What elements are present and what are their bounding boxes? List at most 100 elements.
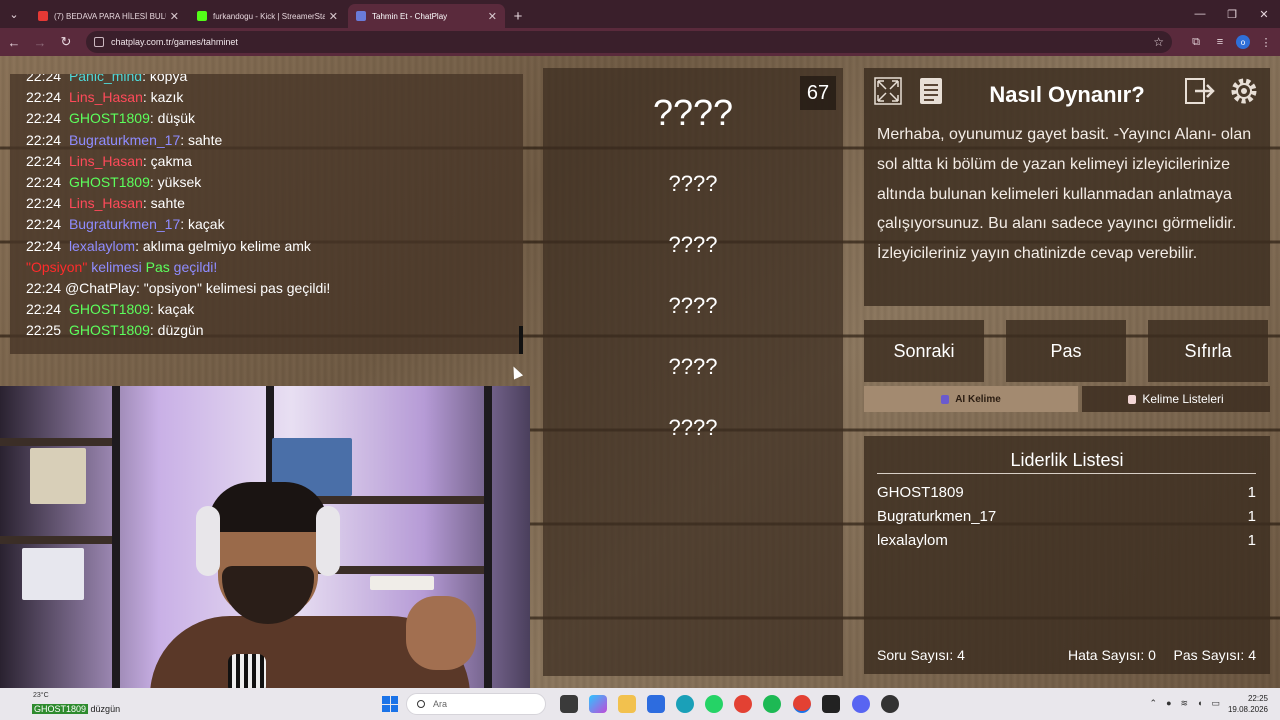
shelf-post [484,386,492,688]
chat-time: 22:24 [26,110,62,127]
word-lists-button[interactable]: Kelime Listeleri [1082,386,1270,412]
browser-tab-chatplay[interactable]: Tahmin Et - ChatPlay ✕ [348,4,505,28]
microphone-icon[interactable]: ● [1166,698,1171,709]
chat-time: 22:24 [26,152,62,169]
pass-status: Pas [145,258,170,275]
tab-close-icon[interactable]: ✕ [488,10,497,23]
browser-menu-icon[interactable]: ⋮ [1254,31,1278,53]
tab-close-icon[interactable]: ✕ [170,10,179,23]
leaderboard-row: GHOST1809 1 [877,484,1256,501]
chat-text: : çakma [142,152,192,169]
bookmark-star-icon[interactable]: ☆ [1153,35,1164,49]
chat-username: GHOST1809 [68,110,150,127]
chat-message: 22:24 lexalaylom: aklıma gelmiyo kelime … [26,236,513,257]
file-explorer-icon[interactable] [618,695,636,713]
extensions-icon[interactable]: ⧉ [1184,31,1208,53]
browser-toolbar: ← → ↻ chatplay.com.tr/games/tahminet ☆ ⧉… [0,28,1280,56]
chat-message-list: 22:24 Panic_mind: kopya 22:24 Lins_Hasan… [26,74,513,342]
desk-item [370,576,434,590]
forbidden-word: ???? [668,171,718,196]
leaderboard-panel [864,436,1270,674]
discord-icon[interactable] [852,695,870,713]
game-page: 22:24 Panic_mind: kopya 22:24 Lins_Hasan… [0,56,1280,688]
chat-panel: 22:24 Panic_mind: kopya 22:24 Lins_Hasan… [10,74,523,354]
exit-icon[interactable] [1185,76,1215,106]
system-text: geçildi! [169,258,218,275]
forbidden-word: ???? [668,354,718,379]
store-icon[interactable] [647,695,665,713]
stream-ticker: GHOST1809 düzgün [32,704,120,714]
new-tab-button[interactable]: + [505,4,531,28]
windows-start-icon[interactable] [382,696,398,712]
headphone-right [316,506,340,576]
copilot-icon[interactable] [589,695,607,713]
chat-text: : kaçak [180,216,225,233]
ai-word-label: AI Kelime [955,393,1001,405]
weather-widget[interactable]: 23°C [33,692,49,699]
forbidden-word: ???? [668,293,718,318]
media-control-icon[interactable]: ≡ [1208,31,1232,53]
spotify-icon[interactable] [763,695,781,713]
reset-button[interactable]: Sıfırla [1148,320,1268,382]
forbidden-word: ???? [668,232,718,257]
tab-close-icon[interactable]: ✕ [329,10,338,23]
taskbar-search[interactable]: Ara [406,693,546,715]
chat-text: : aklıma gelmiyo kelime amk [135,237,311,254]
leaderboard-divider [877,473,1256,474]
restore-icon[interactable]: ❐ [1216,0,1248,28]
chat-username: GHOST1809 [68,301,150,318]
robot-icon [941,394,950,404]
edge-icon[interactable] [676,695,694,713]
reload-icon[interactable]: ↻ [54,30,78,54]
back-arrow-icon[interactable]: ← [2,30,26,54]
next-button[interactable]: Sonraki [864,320,984,382]
browser-tab-bar: ⌄ (7) BEDAVA PARA HİLESİ BULUP ✕ furkand… [0,0,1280,28]
profile-avatar[interactable]: o [1236,35,1250,49]
battery-icon[interactable]: ▭ [1211,698,1220,709]
whatsapp-icon[interactable] [705,695,723,713]
chat-username: GHOST1809 [68,174,150,191]
volume-icon[interactable]: ◖ [1197,698,1202,709]
obs-icon[interactable] [881,695,899,713]
chat-username: Panic_mind [68,74,143,84]
windows-taskbar: 23°C GHOST1809 düzgün Ara ⌃ ● ≋ ◖ ▭ 22:2… [0,688,1280,720]
ai-word-button[interactable]: AI Kelime [864,386,1078,412]
chat-username: Bugraturkmen_17 [68,216,181,233]
wifi-icon[interactable]: ≋ [1181,698,1189,709]
task-view-icon[interactable] [560,695,578,713]
kick-favicon-icon [197,11,207,21]
chat-system-message: "Opsiyon" kelimesi Pas geçildi! [26,257,513,278]
pass-button[interactable]: Pas [1006,320,1126,382]
browser-tab-youtube[interactable]: (7) BEDAVA PARA HİLESİ BULUP ✕ [30,4,187,28]
shelf [0,536,120,544]
tab-search-dropdown-icon[interactable]: ⌄ [0,0,28,28]
microphone [228,654,266,688]
close-window-icon[interactable]: ✕ [1248,0,1280,28]
chat-text: : sahte [142,195,185,212]
terminal-icon[interactable] [822,695,840,713]
chrome-icon[interactable] [734,695,752,713]
chat-text: @ChatPlay: "opsiyon" kelimesi pas geçild… [64,280,331,297]
mouse-cursor [508,364,524,380]
youtube-favicon-icon [38,11,48,21]
forward-arrow-icon[interactable]: → [28,30,52,54]
address-bar[interactable]: chatplay.com.tr/games/tahminet ☆ [86,31,1172,53]
tray-overflow-icon[interactable]: ⌃ [1150,698,1158,709]
chat-message: 22:24 Lins_Hasan: çakma [26,151,513,172]
chat-username: GHOST1809 [68,322,150,339]
taskbar-clock[interactable]: 22:25 19.08.2026 [1228,693,1268,715]
game-box [30,448,86,504]
headphone-left [196,506,220,576]
minimize-icon[interactable]: — [1184,0,1216,28]
chrome-active-icon[interactable] [793,695,811,713]
window-controls: — ❐ ✕ [1184,0,1280,28]
chat-time: 22:24 [26,89,62,106]
streamer-hair [208,482,328,532]
browser-tab-kick[interactable]: furkandogu - Kick | StreamerSta ✕ [189,4,346,28]
settings-gear-icon[interactable] [1229,76,1259,106]
site-info-icon[interactable] [94,37,104,47]
forbidden-word: ???? [668,415,718,440]
tab-title: Tahmin Et - ChatPlay [372,11,448,21]
chat-message: 22:25 GHOST1809: düzgün [26,320,513,341]
chat-scrollbar[interactable] [519,326,523,354]
